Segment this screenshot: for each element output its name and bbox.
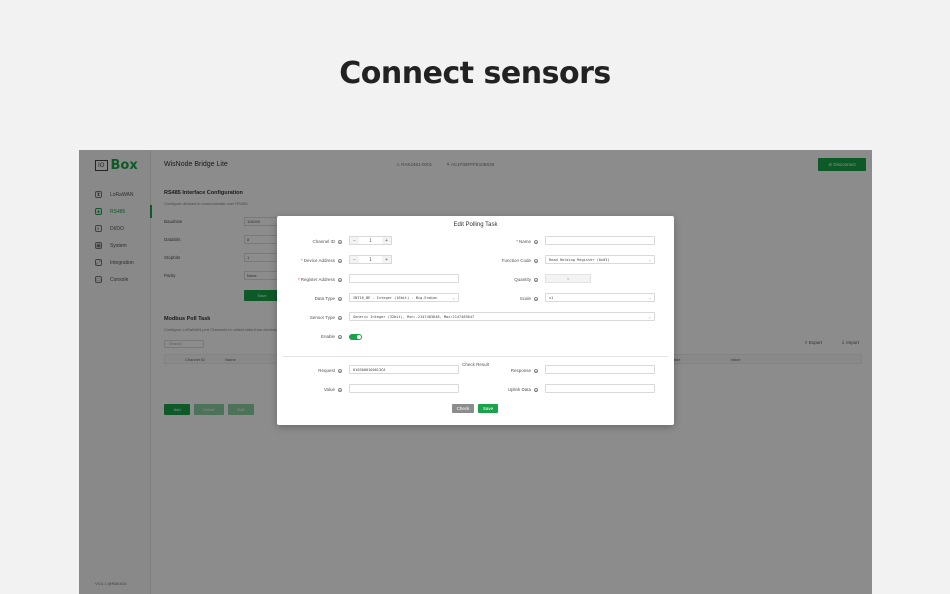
label-text: Response xyxy=(510,368,531,373)
request-field[interactable]: 0103000100013CA xyxy=(349,365,459,374)
uplink-data-label: Uplink Data? xyxy=(507,387,538,393)
channel-id-input[interactable]: 1 xyxy=(359,238,382,243)
function-code-select[interactable]: Read Holding Register (0x03) ⌄ xyxy=(545,255,655,264)
device-address-input[interactable]: 1 xyxy=(359,257,382,262)
help-icon[interactable]: ? xyxy=(338,277,342,283)
dialog-save-button[interactable]: Save xyxy=(478,404,498,413)
label-text: Register Address xyxy=(300,277,335,282)
hero-title: Connect sensors xyxy=(339,56,611,91)
sensor-type-label: Sensor Type? xyxy=(309,315,342,321)
request-label: Request? xyxy=(318,368,342,374)
chevron-down-icon: ⌄ xyxy=(452,295,455,300)
check-result-text: Check Result xyxy=(457,362,494,367)
response-field[interactable] xyxy=(545,365,655,374)
check-button[interactable]: Check xyxy=(452,404,474,413)
function-code-value: Read Holding Register (0x03) xyxy=(549,257,610,262)
label-text: Name xyxy=(518,239,531,244)
channel-id-label: Channel ID? xyxy=(312,239,342,245)
value-field[interactable] xyxy=(349,384,459,393)
device-address-stepper: − 1 + xyxy=(349,255,392,264)
check-label: Check xyxy=(456,406,470,411)
help-icon[interactable]: ? xyxy=(338,296,342,302)
label-text: Enable xyxy=(320,334,335,339)
label-text: Device Address xyxy=(303,258,335,263)
label-text: Uplink Data xyxy=(507,387,531,392)
label-text: Data Type xyxy=(314,296,335,301)
label-text: Request xyxy=(318,368,335,373)
required-mark: * xyxy=(516,239,518,244)
sensor-type-select[interactable]: Generic Integer (32bit), Min:-2147483648… xyxy=(349,312,655,321)
enable-label: Enable? xyxy=(320,334,342,340)
data-type-label: Data Type? xyxy=(314,296,342,302)
data-type-select[interactable]: INT16_BE - Integer (16bit) - Big-Endian ⌄ xyxy=(349,293,459,302)
channel-id-stepper: − 1 + xyxy=(349,236,392,245)
scale-label: Scale? xyxy=(519,296,538,302)
chevron-down-icon: ⌄ xyxy=(648,295,651,300)
help-icon[interactable]: ? xyxy=(338,258,342,264)
dialog-title: Edit Polling Task xyxy=(453,222,498,228)
increment-button[interactable]: + xyxy=(382,237,391,244)
decrement-button[interactable]: − xyxy=(350,237,359,244)
help-icon[interactable]: ? xyxy=(338,334,342,340)
label-text: Sensor Type xyxy=(309,315,335,320)
response-label: Response? xyxy=(510,368,538,374)
quantity-input[interactable]: 1 xyxy=(545,274,591,283)
quantity-label: Quantity? xyxy=(514,277,538,283)
save-label: Save xyxy=(482,406,494,411)
label-text: Scale xyxy=(519,296,531,301)
sensor-type-value: Generic Integer (32bit), Min:-2147483648… xyxy=(353,314,475,319)
name-label: *Name? xyxy=(516,239,538,245)
increment-button[interactable]: + xyxy=(382,256,391,263)
decrement-button[interactable]: − xyxy=(350,256,359,263)
name-input[interactable] xyxy=(545,236,655,245)
data-type-value: INT16_BE - Integer (16bit) - Big-Endian xyxy=(353,295,438,300)
help-icon[interactable]: ? xyxy=(534,296,538,302)
edit-polling-task-dialog: Edit Polling Task Channel ID? − 1 + *Dev… xyxy=(277,216,674,425)
enable-toggle[interactable] xyxy=(349,334,362,340)
label-text: Value xyxy=(323,387,335,392)
device-address-label: *Device Address? xyxy=(300,258,342,264)
label-text: Channel ID xyxy=(312,239,335,244)
help-icon[interactable]: ? xyxy=(534,387,538,393)
required-mark: * xyxy=(300,258,303,263)
help-icon[interactable]: ? xyxy=(338,239,342,245)
required-mark: * xyxy=(297,277,300,282)
value-label: Value? xyxy=(323,387,342,393)
function-code-label: Function Code? xyxy=(501,258,538,264)
help-icon[interactable]: ? xyxy=(338,368,342,374)
help-icon[interactable]: ? xyxy=(534,258,538,264)
help-icon[interactable]: ? xyxy=(534,277,538,283)
register-address-label: *Register Address? xyxy=(297,277,342,283)
chevron-down-icon: ⌄ xyxy=(648,314,651,319)
help-icon[interactable]: ? xyxy=(534,239,538,245)
register-address-input[interactable] xyxy=(349,274,459,283)
scale-select[interactable]: x1 ⌄ xyxy=(545,293,655,302)
help-icon[interactable]: ? xyxy=(338,315,342,321)
help-icon[interactable]: ? xyxy=(338,387,342,393)
label-text: Function Code xyxy=(501,258,531,263)
label-text: Quantity xyxy=(514,277,531,282)
chevron-down-icon: ⌄ xyxy=(648,257,651,262)
uplink-data-field[interactable] xyxy=(545,384,655,393)
scale-value: x1 xyxy=(549,295,554,300)
help-icon[interactable]: ? xyxy=(534,368,538,374)
